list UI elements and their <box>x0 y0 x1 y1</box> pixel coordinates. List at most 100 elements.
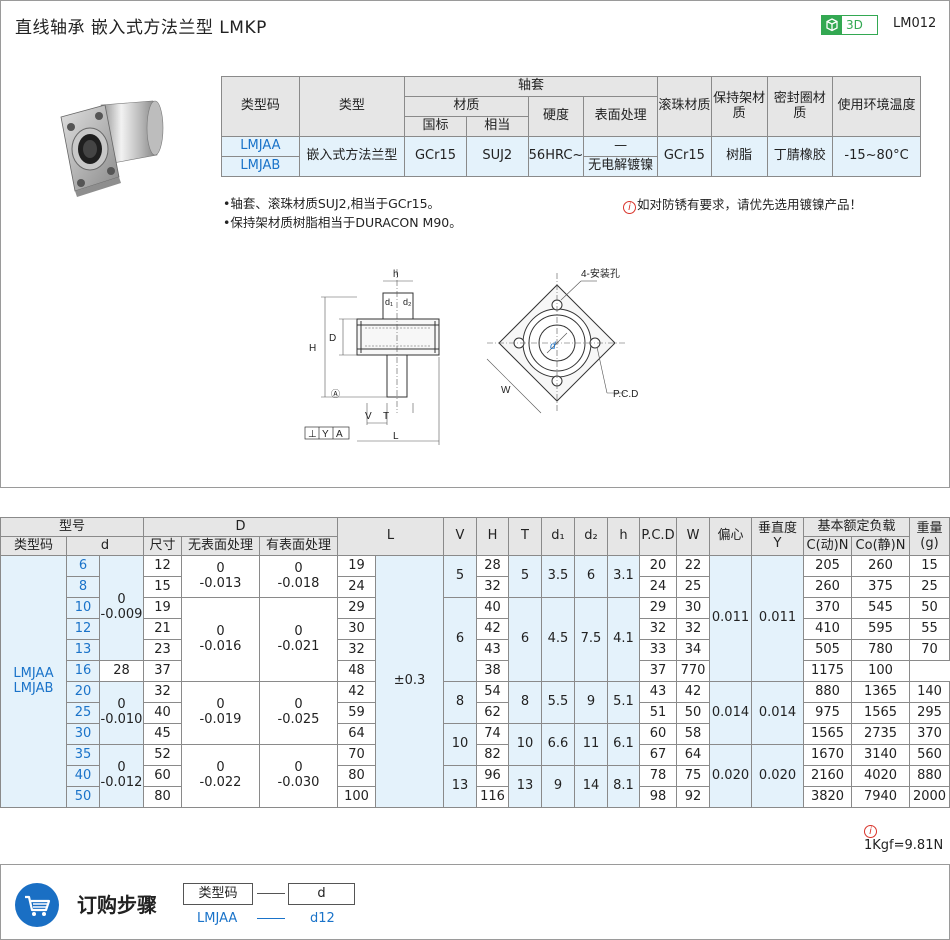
d-value[interactable]: 12 <box>66 618 100 640</box>
tolerance-lower: -0.009 <box>100 607 143 622</box>
weight-value: 370 <box>909 723 950 745</box>
tolerance-lower: -0.018 <box>277 575 320 591</box>
D-size: 21 <box>143 618 182 640</box>
perp-label: 垂直度 <box>757 520 797 536</box>
H-value: 96 <box>476 765 509 787</box>
weight-value: 2000 <box>909 786 950 808</box>
tolerance-lower: -0.013 <box>199 575 242 591</box>
d2-value: 11 <box>574 723 608 766</box>
tolerance-upper: 0 <box>216 623 225 639</box>
tolerance-lower: -0.012 <box>100 775 143 790</box>
weight-value: 140 <box>909 681 950 703</box>
d-value[interactable]: 10 <box>66 597 100 619</box>
header-material: 材质 <box>404 96 529 117</box>
W-value: 64 <box>676 744 710 766</box>
d-value[interactable]: 40 <box>66 765 100 787</box>
type-code-lmjaa[interactable]: LMJAA <box>221 136 300 157</box>
datum-A: Ⓐ <box>331 389 340 399</box>
note-line: •保持架材质树脂相当于DURACON M90。 <box>223 215 462 230</box>
H-value: 116 <box>476 786 509 808</box>
header-H: H <box>476 517 509 556</box>
H-value: 62 <box>476 702 509 724</box>
d-value[interactable]: 13 <box>66 639 100 661</box>
mount-holes-label: 4-安装孔 <box>581 267 620 280</box>
header-C: C(动)N <box>803 536 852 556</box>
d1-value: 9 <box>541 765 575 808</box>
d-value[interactable]: 20 <box>66 681 100 703</box>
L-value: 37 <box>143 660 182 682</box>
perpendicularity-value: 0.014 <box>751 681 804 745</box>
perp-y-label: Y <box>773 535 782 551</box>
load-Co-value: 4020 <box>851 765 910 787</box>
d1-value: 6.6 <box>541 723 575 766</box>
load-Co-value: 1565 <box>851 702 910 724</box>
V-value: 10 <box>443 723 477 766</box>
d-value[interactable]: 50 <box>66 786 100 808</box>
tolerance-upper: 0 <box>216 760 225 776</box>
surface-value-a: — <box>583 136 658 157</box>
D-size: 28 <box>99 660 144 682</box>
W-value: 30 <box>676 597 710 619</box>
order-example-type-code[interactable]: LMJAA <box>197 911 237 926</box>
T-value: 5 <box>508 555 542 598</box>
header-model: 型号 <box>0 517 144 537</box>
type-code-cell[interactable]: LMJAA LMJAB <box>0 555 67 808</box>
tolerance-lower: -0.010 <box>100 712 143 727</box>
L-value: 29 <box>337 597 376 619</box>
d-value[interactable]: 6 <box>66 555 100 577</box>
dimension-rows: LMJAA LMJAB 6 0 -0.009 12 0 -0.013 0 -0.018 19 ±0.… <box>0 555 950 808</box>
weight-value: 25 <box>909 576 950 598</box>
L-value: 32 <box>337 639 376 661</box>
d2-value: 9 <box>574 681 608 724</box>
d-value[interactable]: 25 <box>66 702 100 724</box>
load-Co-value: 545 <box>851 597 910 619</box>
perp-Y: Y <box>322 429 329 440</box>
eccentricity-value: 0.020 <box>709 744 752 808</box>
pcd-value: 98 <box>639 786 677 808</box>
dimension-table: 型号 D L V H T d₁ d₂ h P.C.D W 偏心 垂直度 Y 基本额… <box>0 517 950 808</box>
order-type-code-box: 类型码 <box>183 883 253 905</box>
table-row: 40 60 80 13 96 13 9 14 8.1 78 75 2160 4020 880 <box>1 765 950 808</box>
note-line: •轴套、滚珠材质SUJ2,相当于GCr15。 <box>223 196 441 211</box>
D-size: 23 <box>143 639 182 661</box>
d-value[interactable]: 30 <box>66 723 100 745</box>
D-size: 45 <box>143 723 182 745</box>
header-W: W <box>676 517 710 556</box>
load-C-value: 1670 <box>803 744 852 766</box>
technical-drawing: H D d₁ d₂ h Ⓐ V T L ⊥ Y A 4-安装孔 P.C.D W … <box>301 263 681 457</box>
temp-value: -15~80°C <box>832 136 921 177</box>
dim-V: V <box>365 411 372 422</box>
3d-model-button[interactable]: 3D <box>821 15 878 35</box>
d-tolerance: 0 -0.009 <box>99 555 144 661</box>
d1-value: 4.5 <box>541 597 575 682</box>
header-equiv: 相当 <box>465 116 529 137</box>
header-hardness: 硬度 <box>527 96 585 137</box>
H-value: 82 <box>476 744 509 766</box>
L-value: 100 <box>337 786 376 808</box>
load-Co-value: 1175 <box>803 660 852 682</box>
D-size: 19 <box>143 597 182 619</box>
warning-text: 如对防锈有要求，请优先选用镀镍产品！ <box>637 197 863 212</box>
L-value: 24 <box>337 576 376 598</box>
d-value[interactable]: 35 <box>66 744 100 766</box>
order-example-d[interactable]: d12 <box>310 911 335 926</box>
table-row: 10 19 0 -0.016 0 -0.021 29 6 40 6 4.5 7.5 4.1 29 30 370… <box>1 597 950 682</box>
d-value[interactable]: 8 <box>66 576 100 598</box>
type-code-lmjab[interactable]: LMJAB <box>221 156 300 177</box>
H-value: 42 <box>476 618 509 640</box>
D-size: 80 <box>143 786 182 808</box>
W-value: 75 <box>676 765 710 787</box>
d1-value: 3.5 <box>541 555 575 598</box>
info-icon: i <box>623 201 636 214</box>
header-retainer: 保持架材质 <box>710 76 768 137</box>
header-type-code: 类型码 <box>221 76 300 137</box>
pcd-value: 32 <box>639 618 677 640</box>
H-value: 74 <box>476 723 509 745</box>
order-d-box: d <box>288 883 355 905</box>
d2-value: 6 <box>574 555 608 598</box>
W-value: 32 <box>676 618 710 640</box>
header-temp: 使用环境温度 <box>832 76 921 137</box>
3d-label: 3D <box>846 18 863 32</box>
d-value[interactable]: 16 <box>66 660 100 682</box>
header-sleeve: 轴套 <box>404 76 658 97</box>
